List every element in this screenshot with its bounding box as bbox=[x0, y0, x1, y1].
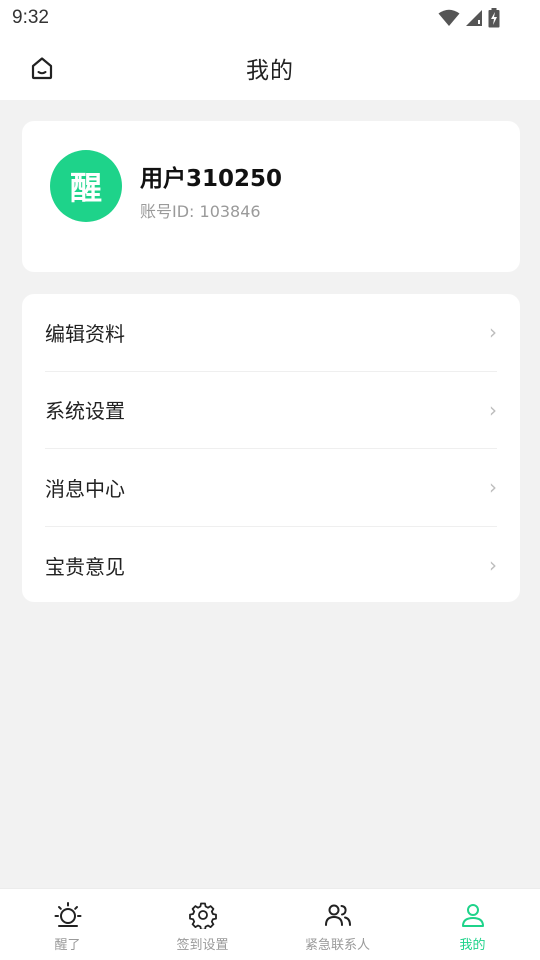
profile-card: 醒 用户310250 账号ID: 103846 bbox=[22, 121, 520, 272]
sun-icon bbox=[54, 902, 81, 927]
menu-item-label: 编辑资料 bbox=[45, 321, 125, 346]
gear-icon bbox=[188, 902, 217, 929]
tab-label: 紧急联系人 bbox=[304, 938, 370, 953]
menu-item-system-settings[interactable]: 系统设置 › bbox=[45, 372, 497, 449]
avatar: 醒 bbox=[50, 150, 122, 222]
status-icons bbox=[438, 8, 500, 28]
bottom-tab-bar: 醒了 签到设置 紧急联系人 我的 bbox=[0, 888, 540, 960]
menu-list: 编辑资料 › 系统设置 › 消息中心 › 宝贵意见 › bbox=[22, 294, 520, 602]
menu-item-edit-profile[interactable]: 编辑资料 › bbox=[45, 294, 497, 372]
page-title: 我的 bbox=[246, 58, 294, 84]
tab-mine[interactable]: 我的 bbox=[405, 889, 540, 960]
tab-label: 醒了 bbox=[54, 938, 81, 953]
menu-item-label: 系统设置 bbox=[45, 399, 125, 424]
menu-item-message-center[interactable]: 消息中心 › bbox=[45, 449, 497, 527]
tab-label: 我的 bbox=[459, 938, 486, 953]
chevron-right-icon: › bbox=[489, 553, 497, 578]
home-icon bbox=[31, 57, 53, 80]
menu-item-label: 消息中心 bbox=[45, 476, 125, 501]
status-bar: 9:32 bbox=[0, 0, 540, 36]
menu-item-label: 宝贵意见 bbox=[45, 554, 125, 579]
chevron-right-icon: › bbox=[489, 397, 497, 422]
home-button[interactable] bbox=[26, 52, 58, 84]
tab-wake[interactable]: 醒了 bbox=[0, 889, 135, 960]
cellular-signal-icon bbox=[466, 10, 482, 26]
user-icon bbox=[461, 904, 484, 927]
contacts-icon bbox=[324, 904, 351, 926]
tab-label: 签到设置 bbox=[176, 938, 229, 953]
wifi-icon bbox=[438, 9, 460, 26]
battery-charging-icon bbox=[488, 8, 500, 28]
tab-checkin-settings[interactable]: 签到设置 bbox=[135, 889, 270, 960]
user-name: 用户310250 bbox=[140, 166, 283, 192]
chevron-right-icon: › bbox=[489, 320, 497, 345]
tab-emergency-contacts[interactable]: 紧急联系人 bbox=[270, 889, 405, 960]
chevron-right-icon: › bbox=[489, 475, 497, 500]
status-time: 9:32 bbox=[12, 7, 49, 28]
menu-item-feedback[interactable]: 宝贵意见 › bbox=[45, 527, 497, 605]
account-id: 账号ID: 103846 bbox=[140, 202, 261, 221]
page-header: 我的 bbox=[0, 36, 540, 100]
